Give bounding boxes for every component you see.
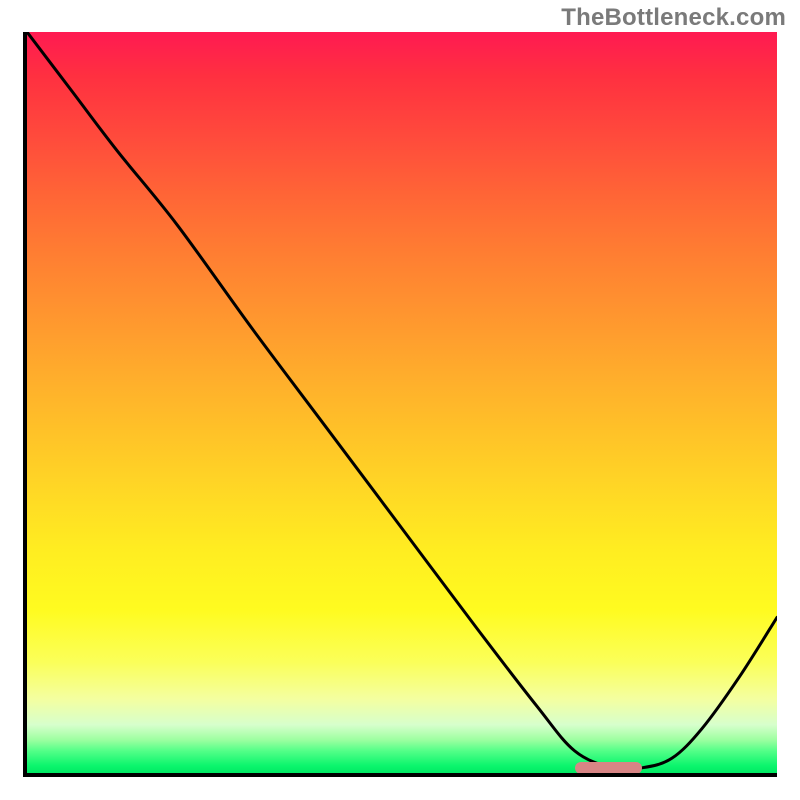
bottleneck-curve [27,32,777,770]
chart-container: TheBottleneck.com [0,0,800,800]
watermark-text: TheBottleneck.com [561,4,786,32]
sweet-spot-marker [575,762,643,774]
plot-area [23,32,777,777]
bottleneck-curve-layer [27,32,777,773]
